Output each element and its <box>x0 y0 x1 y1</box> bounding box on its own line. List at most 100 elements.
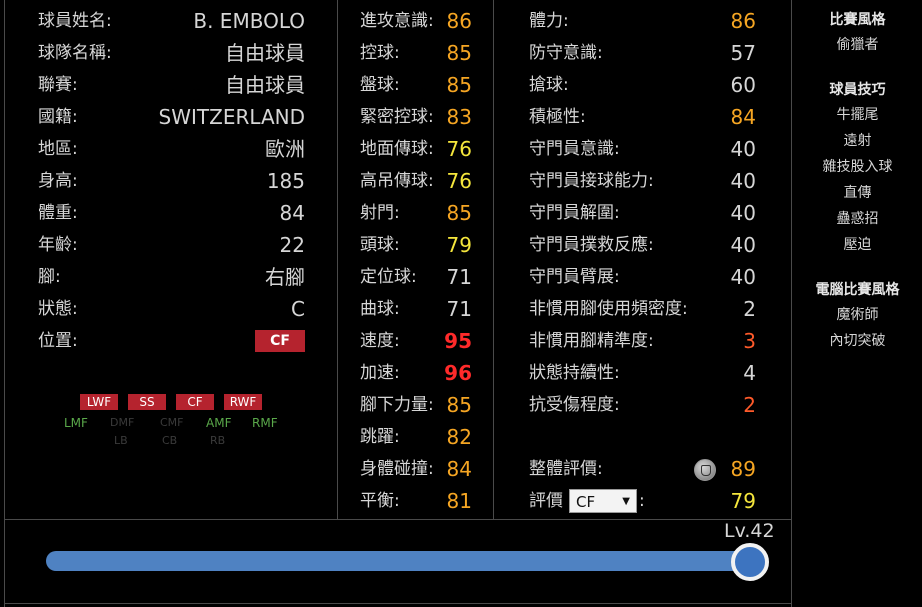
position-chip: CF <box>176 394 214 410</box>
stat-value: 85 <box>446 41 472 65</box>
stat-value: 85 <box>446 393 472 417</box>
level-label: Lv.42 <box>724 520 775 542</box>
stat-label: 速度: <box>360 331 400 351</box>
stat-row: 體力: 86 <box>529 5 756 37</box>
stat-row: 腳下力量: 85 <box>360 389 472 421</box>
stat-label: 控球: <box>360 43 400 63</box>
stat-row: 球員姓名: B. EMBOLO <box>38 5 305 37</box>
stat-label: 加速: <box>360 363 400 383</box>
stat-value: 76 <box>446 169 472 193</box>
position-badge: CF <box>255 330 305 352</box>
stat-row: 抗受傷程度: 2 <box>529 389 756 421</box>
stat-row: 射門: 85 <box>360 197 472 229</box>
stat-label: 身高: <box>38 171 78 191</box>
stat-label: 積極性: <box>529 107 586 127</box>
stat-row: 聯賽: 自由球員 <box>38 69 305 101</box>
stats-column-attack: 進攻意識: 86 控球: 85 盤球: 85 緊密控球: 83 地面傳球: 76 高吊傳球: 76 射門… <box>360 5 472 517</box>
playing-style-heading: 比賽風格 <box>829 12 886 28</box>
stat-label: 非慣用腳使用頻密度: <box>529 299 688 319</box>
stat-value: 歐洲 <box>265 137 305 161</box>
stat-value: 95 <box>444 329 472 353</box>
stat-value: SWITZERLAND <box>158 105 305 129</box>
stat-label: 守門員解圍: <box>529 203 620 223</box>
stat-value: 76 <box>446 137 472 161</box>
position-chip: RWF <box>224 394 262 410</box>
stat-row: 狀態持續性: 4 <box>529 357 756 389</box>
overall-value: 89 <box>730 457 756 481</box>
stat-label: 守門員臂展: <box>529 267 620 287</box>
stat-row: 體重: 84 <box>38 197 305 229</box>
stat-value: 71 <box>446 265 472 289</box>
position-secondary: RMF <box>252 416 278 430</box>
overall-label: 整體評價: <box>529 459 603 479</box>
position-inactive: LB <box>114 434 128 447</box>
stat-label: 跳躍: <box>360 427 400 447</box>
stat-row: 加速: 96 <box>360 357 472 389</box>
stat-value: 83 <box>446 105 472 129</box>
position-label: 位置: <box>38 331 78 351</box>
stat-value: 40 <box>730 265 756 289</box>
position-chip: SS <box>128 394 166 410</box>
stat-value: 86 <box>730 9 756 33</box>
position-inactive: RB <box>210 434 226 447</box>
stat-row: 進攻意識: 86 <box>360 5 472 37</box>
divider-footer <box>4 603 792 604</box>
stat-value: 40 <box>730 201 756 225</box>
position-select[interactable]: CF ▼ <box>569 489 637 513</box>
stat-row: 守門員撲救反應: 40 <box>529 229 756 261</box>
stat-row: 緊密控球: 83 <box>360 101 472 133</box>
level-slider-handle[interactable] <box>731 543 769 581</box>
stat-row: 狀態: C <box>38 293 305 325</box>
stat-label: 盤球: <box>360 75 400 95</box>
style-panel: 比賽風格 偷獵者 球員技巧 牛擺尾 遠射 雜技股入球 直傳 蠱惑招 壓迫 電腦比… <box>793 8 922 354</box>
stat-value: 60 <box>730 73 756 97</box>
divider-2 <box>493 0 494 520</box>
chevron-down-icon: ▼ <box>622 496 630 507</box>
position-inactive: DMF <box>110 416 135 429</box>
stat-label: 定位球: <box>360 267 417 287</box>
stat-row: 速度: 95 <box>360 325 472 357</box>
stat-label: 平衡: <box>360 491 400 511</box>
profile-column: 球員姓名: B. EMBOLO 球隊名稱: 自由球員 聯賽: 自由球員 國籍: SWITZER… <box>38 5 305 357</box>
com-style-item: 魔術師 <box>836 307 879 323</box>
position-row: 位置: CF <box>38 325 305 357</box>
stat-value: 185 <box>266 169 305 193</box>
position-secondary: AMF <box>206 416 232 430</box>
stat-value: 85 <box>446 73 472 97</box>
stat-value: 22 <box>279 233 305 257</box>
divider-3 <box>791 0 792 607</box>
stat-row: 盤球: 85 <box>360 69 472 101</box>
rating-label: 評價 <box>529 491 563 511</box>
playing-style-item: 偷獵者 <box>836 37 879 53</box>
position-map: LWF SS CF RWF LMF AMF RMF DMF CMF LB CB … <box>40 394 290 454</box>
com-style-heading: 電腦比賽風格 <box>815 282 900 298</box>
stat-label: 進攻意識: <box>360 11 434 31</box>
stat-value: 79 <box>446 233 472 257</box>
medal-icon <box>694 459 716 481</box>
skill-item: 雜技股入球 <box>822 159 893 175</box>
stat-row: 防守意識: 57 <box>529 37 756 69</box>
stat-row: 頭球: 79 <box>360 229 472 261</box>
stat-row: 地面傳球: 76 <box>360 133 472 165</box>
stat-label: 頭球: <box>360 235 400 255</box>
stat-row: 搶球: 60 <box>529 69 756 101</box>
stat-value: 2 <box>743 297 756 321</box>
position-inactive: CMF <box>160 416 184 429</box>
stat-label: 射門: <box>360 203 400 223</box>
position-secondary: LMF <box>64 416 88 430</box>
stat-row: 球隊名稱: 自由球員 <box>38 37 305 69</box>
stat-value: 84 <box>279 201 305 225</box>
skill-item: 壓迫 <box>843 237 872 253</box>
stat-row: 平衡: 81 <box>360 485 472 517</box>
stat-row: 地區: 歐洲 <box>38 133 305 165</box>
stat-value: 3 <box>743 329 756 353</box>
stat-label: 曲球: <box>360 299 400 319</box>
stat-label: 非慣用腳精準度: <box>529 331 654 351</box>
stat-label: 狀態: <box>38 299 78 319</box>
stat-value: 57 <box>730 41 756 65</box>
stat-value: 96 <box>444 361 472 385</box>
player-stats-panel: 球員姓名: B. EMBOLO 球隊名稱: 自由球員 聯賽: 自由球員 國籍: SWITZER… <box>0 0 922 607</box>
level-slider-track[interactable] <box>46 551 750 571</box>
skill-item: 直傳 <box>843 185 872 201</box>
rating-value: 79 <box>730 489 756 513</box>
